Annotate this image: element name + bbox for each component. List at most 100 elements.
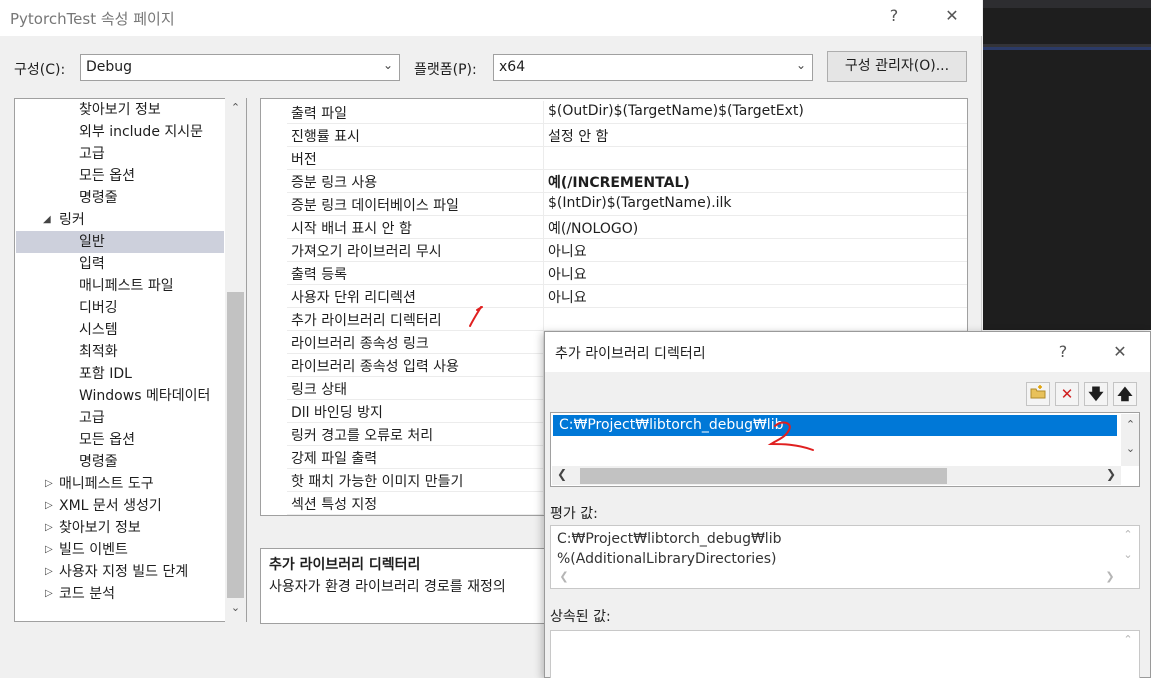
property-value[interactable]: 아니요 — [548, 287, 587, 307]
tree-item[interactable]: 고급 — [79, 407, 105, 429]
evaluated-line: %(AdditionalLibraryDirectories) — [557, 551, 777, 567]
scroll-down-icon[interactable]: ⌄ — [227, 601, 244, 614]
tree-item[interactable]: 고급 — [79, 143, 105, 165]
tree-item-linker[interactable]: 링커 — [59, 209, 85, 231]
scroll-down-icon[interactable]: ⌄ — [1122, 442, 1139, 455]
tree-item[interactable]: 매니페스트 파일 — [79, 275, 174, 297]
property-row[interactable]: 출력 파일 $(OutDir)$(TargetName)$(TargetExt) — [287, 101, 967, 124]
tree-item[interactable]: 찾아보기 정보 — [59, 517, 141, 539]
property-name: 출력 등록 — [291, 267, 347, 283]
property-name: 가져오기 라이브러리 무시 — [291, 244, 442, 260]
collapsed-arrow-icon[interactable]: ▷ — [45, 544, 53, 555]
property-row[interactable]: 증분 링크 사용 예(/INCREMENTAL) — [287, 170, 967, 193]
tree-item[interactable]: 코드 분석 — [59, 583, 115, 605]
list-vertical-scrollbar[interactable]: ⌃ ⌄ — [1121, 414, 1139, 466]
property-value[interactable]: 아니요 — [548, 264, 587, 284]
property-value[interactable]: 아니요 — [548, 241, 587, 261]
property-name: Dll 바인딩 방지 — [291, 405, 383, 421]
property-value[interactable]: 설정 안 함 — [548, 126, 608, 146]
tree-item[interactable]: 포함 IDL — [79, 363, 132, 385]
list-hscroll-thumb[interactable] — [580, 468, 947, 484]
config-manager-button[interactable]: 구성 관리자(O)... — [827, 51, 967, 82]
property-value[interactable]: $(OutDir)$(TargetName)$(TargetExt) — [548, 103, 804, 119]
property-name: 버전 — [291, 152, 317, 168]
property-name: 링커 경고를 오류로 처리 — [291, 428, 434, 444]
tree-item[interactable]: 매니페스트 도구 — [59, 473, 154, 495]
list-item-selected[interactable]: C:₩Project₩libtorch_debug₩lib — [553, 415, 1117, 436]
tree-item[interactable]: 사용자 지정 빌드 단계 — [59, 561, 188, 583]
close-button[interactable]: ✕ — [940, 6, 964, 25]
tree-item[interactable]: 모든 옵션 — [79, 165, 135, 187]
config-label: 구성(C): — [14, 62, 66, 78]
property-row-additional-library-dirs[interactable]: 추가 라이브러리 디렉터리 — [287, 308, 967, 331]
tree-item[interactable]: 명령줄 — [79, 451, 118, 473]
tree-item-selected[interactable]: 일반 — [16, 231, 224, 253]
property-row[interactable]: 증분 링크 데이터베이스 파일 $(IntDir)$(TargetName).il… — [287, 193, 967, 216]
config-combobox[interactable]: Debug ⌄ — [80, 54, 400, 81]
scroll-up-icon: ⌃ — [1123, 528, 1133, 541]
property-value[interactable]: $(IntDir)$(TargetName).ilk — [548, 195, 732, 211]
list-horizontal-scrollbar[interactable]: ❮ ❯ — [552, 466, 1121, 485]
property-name: 링크 상태 — [291, 382, 347, 398]
tree-item[interactable]: 외부 include 지시문 — [79, 121, 203, 143]
property-value[interactable]: 예(/NOLOGO) — [548, 218, 638, 238]
property-row[interactable]: 진행률 표시 설정 안 함 — [287, 124, 967, 147]
annotation-mark-2 — [767, 421, 814, 451]
platform-combobox[interactable]: x64 ⌄ — [493, 54, 813, 81]
child-help-button[interactable]: ? — [1051, 342, 1075, 361]
collapsed-arrow-icon[interactable]: ▷ — [45, 500, 53, 511]
platform-label: 플랫폼(P): — [414, 62, 477, 78]
property-name: 사용자 단위 리디렉션 — [291, 290, 416, 306]
scroll-up-icon[interactable]: ⌃ — [1122, 418, 1139, 431]
move-down-button[interactable]: 🡇 — [1084, 382, 1108, 406]
evaluated-label: 평가 값: — [550, 506, 598, 522]
expanded-arrow-icon[interactable]: ◢ — [43, 214, 51, 225]
move-up-button[interactable]: 🡅 — [1113, 382, 1137, 406]
tree-scrollbar-thumb[interactable] — [227, 292, 244, 598]
scroll-right-icon[interactable]: ❯ — [1106, 467, 1116, 481]
category-tree[interactable]: 찾아보기 정보 외부 include 지시문 고급 모든 옵션 명령줄 ◢ 링커… — [14, 98, 247, 622]
property-row[interactable]: 사용자 단위 리디렉션 아니요 — [287, 285, 967, 308]
tree-item[interactable]: Windows 메타데이터 — [79, 385, 210, 407]
platform-value: x64 — [499, 59, 526, 75]
chevron-down-icon: ⌄ — [795, 58, 806, 72]
collapsed-arrow-icon[interactable]: ▷ — [45, 588, 53, 599]
evaluated-value-box: C:₩Project₩libtorch_debug₩lib %(Addition… — [550, 525, 1140, 589]
chevron-down-icon: ⌄ — [382, 58, 393, 72]
help-button[interactable]: ? — [882, 6, 906, 25]
tree-item[interactable]: 디버깅 — [79, 297, 118, 319]
arrow-up-icon: 🡅 — [1117, 385, 1133, 403]
additional-library-dirs-dialog: 추가 라이브러리 디렉터리 ? ✕ ✕ 🡇 🡅 C:₩Project₩libto… — [544, 331, 1151, 678]
delete-line-button[interactable]: ✕ — [1055, 382, 1079, 406]
background-ide-strip — [983, 0, 1151, 8]
tree-item[interactable]: 찾아보기 정보 — [79, 99, 161, 121]
directory-list[interactable]: C:₩Project₩libtorch_debug₩lib ⌃ ⌄ ❮ ❯ — [550, 412, 1140, 487]
scroll-left-icon: ❮ — [559, 570, 569, 583]
tree-item[interactable]: 최적화 — [79, 341, 118, 363]
property-row[interactable]: 버전 — [287, 147, 967, 170]
inherited-value-box: ⌃ — [550, 630, 1140, 678]
tree-item[interactable]: XML 문서 생성기 — [59, 495, 162, 517]
title-bar: PytorchTest 속성 페이지 ? ✕ — [0, 0, 982, 36]
property-row[interactable]: 출력 등록 아니요 — [287, 262, 967, 285]
tree-item[interactable]: 모든 옵션 — [79, 429, 135, 451]
property-name: 라이브러리 종속성 입력 사용 — [291, 359, 459, 375]
arrow-down-icon: 🡇 — [1088, 385, 1104, 403]
scroll-up-icon: ⌃ — [1123, 633, 1133, 646]
child-close-button[interactable]: ✕ — [1108, 342, 1132, 361]
collapsed-arrow-icon[interactable]: ▷ — [45, 566, 53, 577]
list-item-text[interactable]: C:₩Project₩libtorch_debug₩lib — [559, 417, 783, 433]
property-row[interactable]: 가져오기 라이브러리 무시 아니요 — [287, 239, 967, 262]
tree-item[interactable]: 빌드 이벤트 — [59, 539, 128, 561]
collapsed-arrow-icon[interactable]: ▷ — [45, 478, 53, 489]
scroll-up-icon[interactable]: ⌃ — [227, 101, 244, 114]
collapsed-arrow-icon[interactable]: ▷ — [45, 522, 53, 533]
property-value[interactable]: 예(/INCREMENTAL) — [548, 172, 690, 192]
new-line-button[interactable] — [1026, 382, 1050, 406]
tree-item[interactable]: 명령줄 — [79, 187, 118, 209]
scroll-left-icon[interactable]: ❮ — [557, 467, 567, 481]
tree-item[interactable]: 시스템 — [79, 319, 118, 341]
delete-x-icon: ✕ — [1060, 385, 1074, 403]
property-row[interactable]: 시작 배너 표시 안 함 예(/NOLOGO) — [287, 216, 967, 239]
tree-item[interactable]: 입력 — [79, 253, 105, 275]
